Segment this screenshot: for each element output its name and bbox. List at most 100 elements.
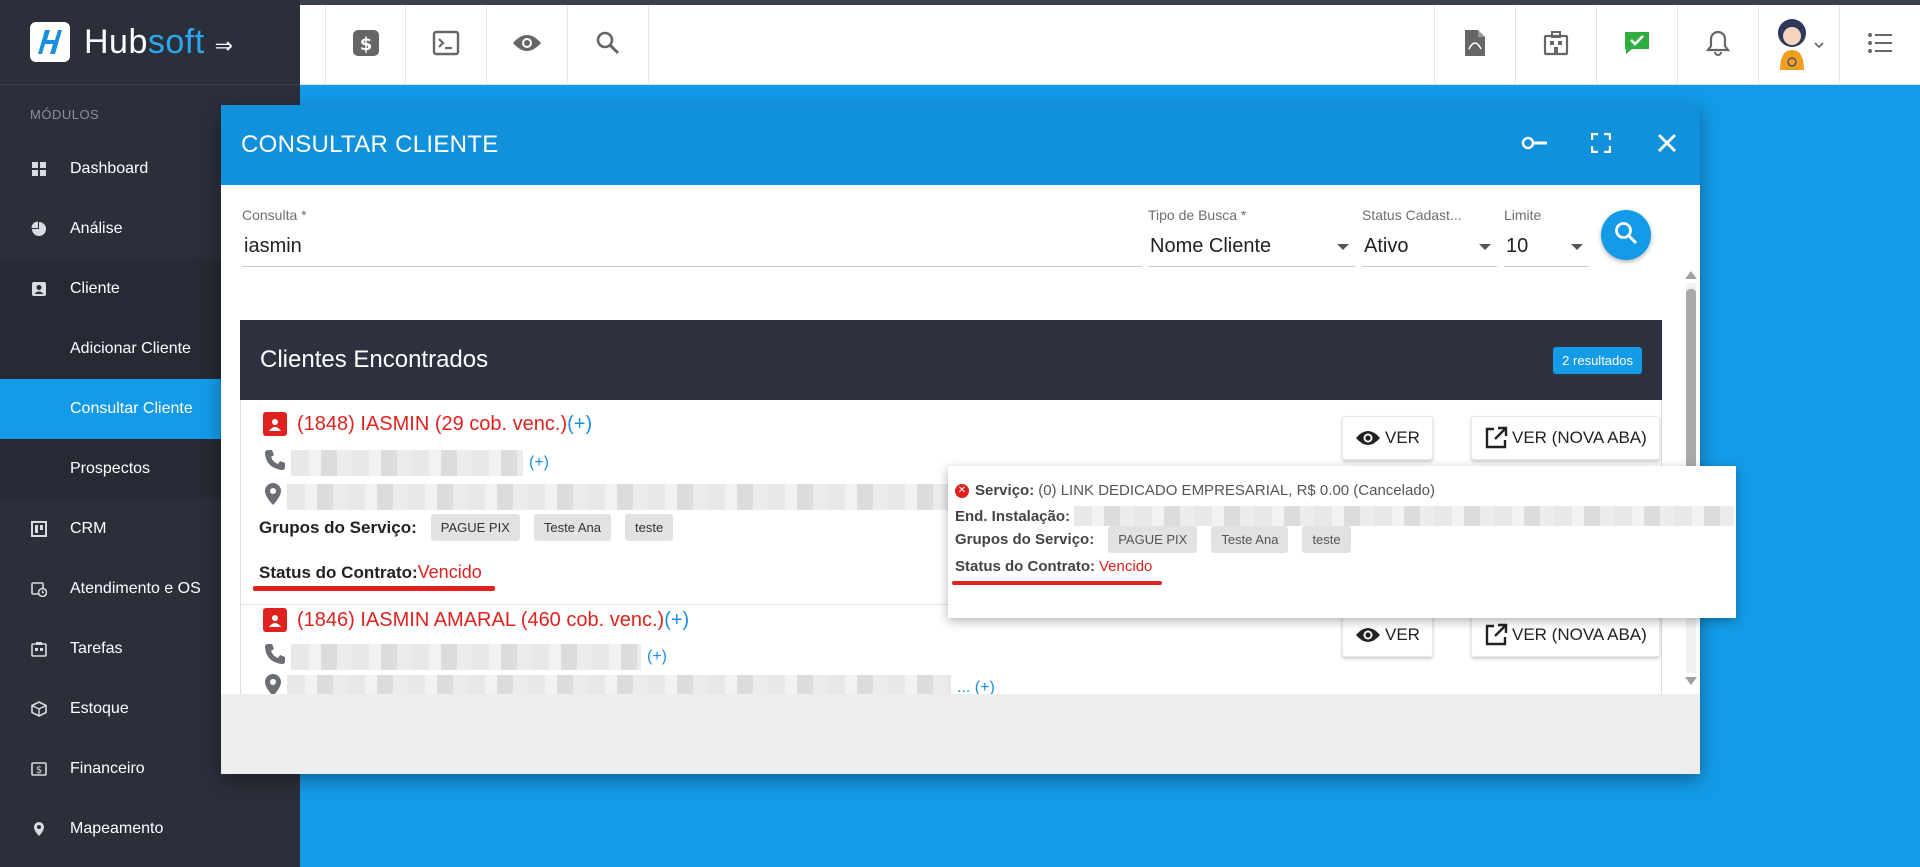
main-menu-button[interactable]: [1839, 5, 1920, 85]
expand-link[interactable]: (+): [664, 609, 689, 632]
sidebar-item-label: Adicionar Cliente: [70, 340, 191, 357]
svg-text:$: $: [36, 765, 42, 776]
ver-nova-aba-button[interactable]: VER (NOVA ABA): [1471, 416, 1660, 460]
consulta-field[interactable]: Consulta * iasmin: [242, 207, 1142, 267]
redacted-address: [287, 674, 951, 694]
scroll-down-icon[interactable]: [1685, 677, 1697, 685]
search-button[interactable]: [568, 5, 649, 85]
close-button[interactable]: [1634, 105, 1700, 185]
financial-button[interactable]: $: [325, 5, 406, 85]
tasks-icon: [30, 640, 48, 658]
search-icon: [596, 31, 620, 60]
key-icon: [1521, 135, 1549, 156]
close-icon: [1657, 133, 1677, 158]
consulta-label: Consulta *: [242, 207, 307, 223]
limite-value[interactable]: 10: [1504, 235, 1589, 267]
scroll-up-icon[interactable]: [1685, 271, 1697, 279]
kanban-icon: [30, 520, 48, 538]
dropdown-caret-icon: [1571, 243, 1583, 250]
eye-icon: [512, 33, 542, 58]
eye-icon: [1355, 429, 1381, 447]
user-menu[interactable]: [1758, 5, 1839, 85]
sidebar-item-label: Atendimento e OS: [70, 580, 201, 597]
building-icon: [1543, 30, 1569, 61]
cancel-status-icon: ✕: [955, 483, 969, 498]
client-name[interactable]: (1846) IASMIN AMARAL (460 cob. venc.) (+): [263, 608, 689, 632]
fullscreen-icon: [1590, 132, 1612, 158]
avatar: [1774, 16, 1810, 75]
group-chip: Teste Ana: [1211, 526, 1289, 553]
sidebar-item-label: Mapeamento: [70, 820, 164, 837]
ver-button[interactable]: VER: [1342, 613, 1433, 657]
group-chip: PAGUE PIX: [430, 514, 520, 541]
modal-footer: [221, 694, 1700, 774]
limite-label: Limite: [1504, 207, 1542, 223]
address-expand-link[interactable]: ... (+): [957, 679, 995, 695]
phone-icon: [263, 448, 287, 477]
client-address: ... (+): [263, 673, 995, 694]
client-phone: (+): [263, 642, 667, 671]
map-pin-icon: [30, 820, 48, 838]
svg-text:$: $: [359, 34, 372, 55]
chevron-down-icon: [1814, 36, 1824, 54]
view-button[interactable]: [487, 5, 568, 85]
popover-status: Status do Contrato: Vencido: [955, 558, 1153, 575]
ver-button[interactable]: VER: [1342, 416, 1433, 460]
brand-name: Hubsoft ⇒: [84, 22, 234, 61]
sidebar-item-label: Consultar Cliente: [70, 400, 193, 417]
sidebar-item-mapeamento[interactable]: Mapeamento: [0, 799, 300, 859]
brand[interactable]: Hubsoft ⇒: [0, 0, 300, 85]
consulta-input[interactable]: iasmin: [242, 235, 1142, 267]
chat-button[interactable]: [1596, 5, 1677, 85]
bell-icon: [1705, 30, 1731, 61]
terminal-button[interactable]: [406, 5, 487, 85]
location-pin-icon: [263, 673, 283, 694]
sidebar-item-label: Financeiro: [70, 760, 145, 777]
fullscreen-button[interactable]: [1568, 105, 1634, 185]
box-icon: [30, 700, 48, 718]
sidebar-item-label: Estoque: [70, 700, 129, 717]
dropdown-caret-icon: [1479, 243, 1491, 250]
phone-expand-link[interactable]: (+): [647, 648, 667, 666]
hubsoft-logo-icon: [30, 22, 70, 62]
phone-expand-link[interactable]: (+): [529, 454, 549, 472]
client-name[interactable]: (1848) IASMIN (29 cob. venc.) (+): [263, 412, 592, 436]
client-phone: (+): [263, 448, 549, 477]
contract-status: Status do Contrato:Vencido: [259, 562, 482, 582]
status-underline: [952, 581, 1162, 585]
tipo-busca-select[interactable]: Tipo de Busca * Nome Cliente: [1148, 207, 1355, 267]
sidebar-item-label: Cliente: [70, 280, 120, 297]
company-button[interactable]: [1515, 5, 1596, 85]
dashboard-icon: [30, 160, 48, 178]
chat-check-icon: [1623, 30, 1651, 61]
client-row: (1846) IASMIN AMARAL (460 cob. venc.) (+)…: [241, 605, 1661, 694]
group-chip: teste: [1302, 526, 1351, 553]
search-icon: [1614, 221, 1638, 250]
results-header: Clientes Encontrados 2 resultados: [240, 320, 1662, 400]
notifications-button[interactable]: [1677, 5, 1758, 85]
modal-header: CONSULTAR CLIENTE: [221, 105, 1700, 185]
status-cadastro-select[interactable]: Status Cadast... Ativo: [1362, 207, 1497, 267]
tipo-busca-label: Tipo de Busca *: [1148, 207, 1247, 223]
search-submit-button[interactable]: [1601, 210, 1651, 260]
consultar-cliente-modal: CONSULTAR CLIENTE Consulta * iasmin Tipo…: [221, 105, 1700, 774]
status-cadastro-label: Status Cadast...: [1362, 207, 1462, 223]
pdf-icon: [1464, 29, 1486, 62]
location-pin-icon: [263, 482, 283, 511]
expand-link[interactable]: (+): [567, 413, 592, 436]
status-cadastro-value[interactable]: Ativo: [1362, 235, 1497, 267]
pie-chart-icon: [30, 220, 48, 238]
contact-card-icon: [30, 280, 48, 298]
pdf-button[interactable]: [1434, 5, 1515, 85]
ver-nova-aba-button[interactable]: VER (NOVA ABA): [1471, 613, 1660, 657]
service-groups: Grupos do Serviço: PAGUE PIX Teste Ana t…: [259, 514, 687, 541]
sidebar-item-label: Tarefas: [70, 640, 123, 657]
tipo-busca-value[interactable]: Nome Cliente: [1148, 235, 1355, 267]
results-count-badge: 2 resultados: [1553, 346, 1642, 374]
dropdown-caret-icon: [1337, 243, 1349, 250]
key-button[interactable]: [1502, 105, 1568, 185]
sidebar-item-label: Prospectos: [70, 460, 151, 477]
limite-select[interactable]: Limite 10: [1504, 207, 1589, 267]
redacted-phone: [291, 643, 641, 670]
top-header: $: [300, 5, 1920, 85]
